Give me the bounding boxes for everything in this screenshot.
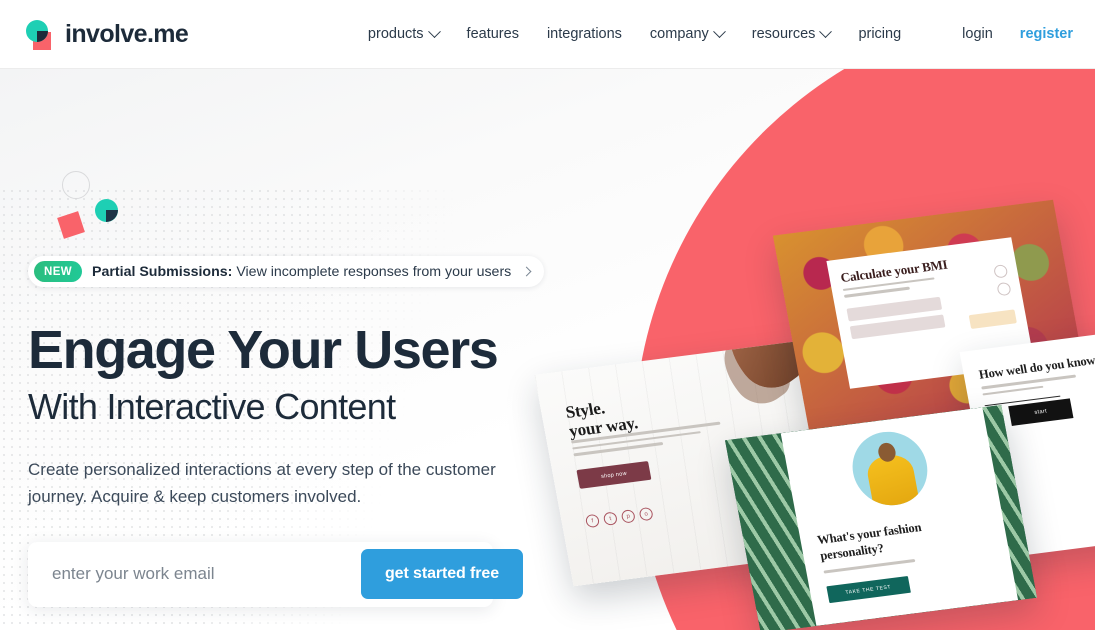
brand-logo[interactable]: involve.me xyxy=(24,19,189,50)
nav-item-products[interactable]: products xyxy=(367,24,441,42)
nav-item-integrations[interactable]: integrations xyxy=(547,26,622,42)
hero-lead-paragraph: Create personalized interactions at ever… xyxy=(28,459,496,507)
hero-copy-column: NEW Partial Submissions: View incomplete… xyxy=(28,197,568,630)
chevron-down-icon xyxy=(712,24,726,38)
nav-account-links: login register xyxy=(962,26,1073,42)
register-link[interactable]: register xyxy=(1020,26,1073,42)
instagram-icon[interactable]: o xyxy=(638,506,654,522)
nav-item-resources[interactable]: resources xyxy=(751,24,833,42)
page-title: Engage Your Users xyxy=(28,320,499,380)
nav-label-resources: resources xyxy=(751,26,816,42)
site-header: involve.me products features integration… xyxy=(0,0,1095,69)
card-fashion-portrait xyxy=(846,427,934,510)
get-started-button[interactable]: get started free xyxy=(361,548,523,599)
brand-name: involve.me xyxy=(65,19,189,48)
decorative-ring-shape xyxy=(62,171,90,199)
hero-section: Style. your way. shop now f t p o Calcula… xyxy=(0,69,1095,630)
main-navigation: products features integrations company r… xyxy=(367,24,1073,42)
card-fashion-title: What's your fashion personality? xyxy=(816,520,923,563)
card-tech-title: How well do you know tech? xyxy=(977,349,1095,382)
chevron-down-icon xyxy=(819,24,833,38)
nav-item-pricing[interactable]: pricing xyxy=(858,26,901,42)
announcement-text: Partial Submissions: View incomplete res… xyxy=(92,264,511,280)
facebook-icon[interactable]: f xyxy=(584,513,601,529)
twitter-icon[interactable]: t xyxy=(602,511,619,526)
chevron-down-icon xyxy=(427,24,441,38)
chevron-right-icon xyxy=(521,266,532,277)
nav-label-pricing: pricing xyxy=(858,26,902,42)
card-bmi-submit-button[interactable] xyxy=(968,309,1017,329)
card-fashion-panel: What's your fashion personality? TAKE THE… xyxy=(780,407,1018,626)
nav-label-products: products xyxy=(367,26,424,42)
signup-form: get started free xyxy=(28,541,523,607)
status-badge-new: NEW xyxy=(34,261,83,282)
nav-label-features: features xyxy=(466,26,519,42)
announcement-detail-text: View incomplete responses from your user… xyxy=(236,263,512,280)
nav-label-integrations: integrations xyxy=(546,26,622,42)
card-bmi-icon-2 xyxy=(996,281,1012,296)
pinterest-icon[interactable]: p xyxy=(620,509,636,524)
nav-item-features[interactable]: features xyxy=(467,26,519,42)
involveme-logo-icon xyxy=(24,19,55,50)
nav-primary-links: products features integrations company r… xyxy=(367,24,901,42)
nav-label-company: company xyxy=(649,26,709,42)
announcement-banner[interactable]: NEW Partial Submissions: View incomplete… xyxy=(28,256,545,287)
nav-item-company[interactable]: company xyxy=(649,24,726,42)
announcement-bold-text: Partial Submissions: xyxy=(92,263,233,280)
card-fashion-button[interactable]: TAKE THE TEST xyxy=(825,576,911,604)
card-bmi-icon-1 xyxy=(993,263,1009,279)
page-subtitle: With Interactive Content xyxy=(28,386,396,427)
portrait-body-shape xyxy=(864,452,921,510)
card-tech-start-button[interactable]: start xyxy=(1008,398,1074,426)
collage-card-fashion[interactable]: What's your fashion personality? TAKE THE… xyxy=(725,404,1037,630)
login-link[interactable]: login xyxy=(962,26,993,42)
